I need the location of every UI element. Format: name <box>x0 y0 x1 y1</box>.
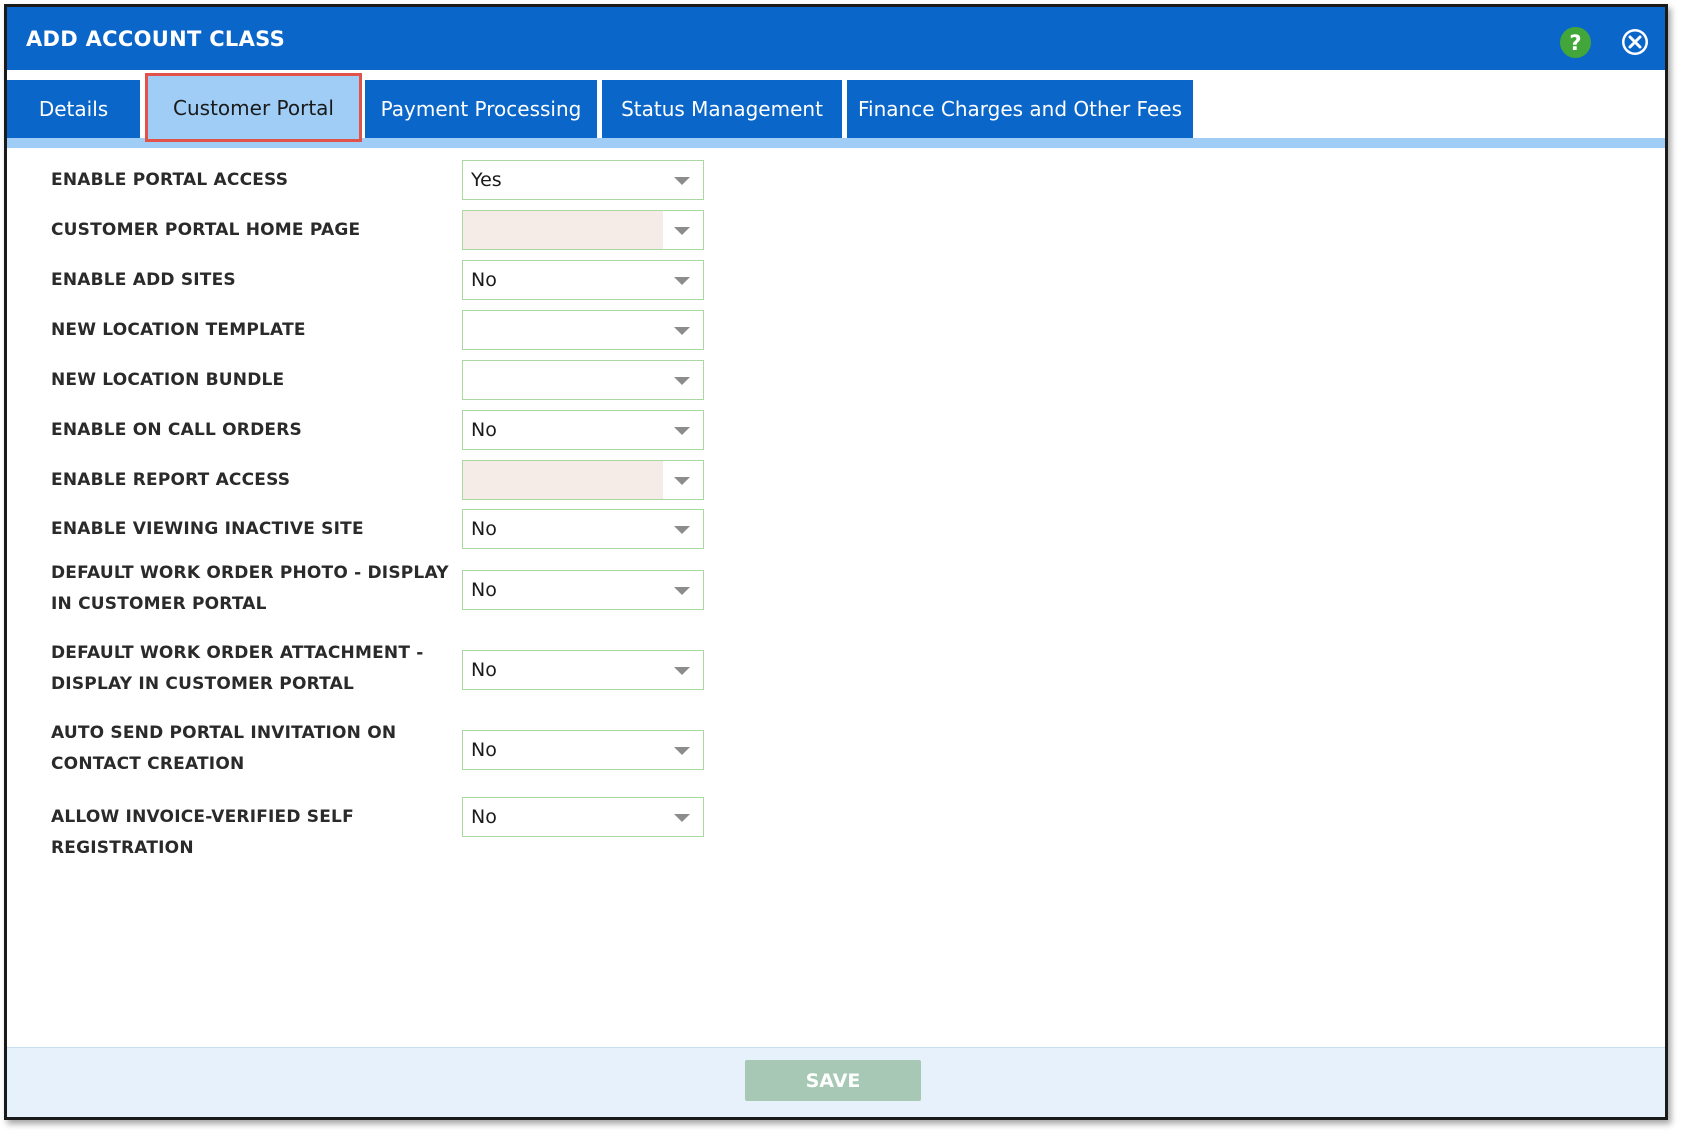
field-label: DEFAULT WORK ORDER ATTACHMENT - DISPLAY … <box>51 643 424 694</box>
select-value: Yes <box>471 169 502 191</box>
select-value: No <box>471 419 497 441</box>
close-icon[interactable] <box>1620 27 1650 57</box>
chevron-down-icon <box>674 587 690 595</box>
tab-bar: Details Customer Portal Payment Processi… <box>7 70 1665 148</box>
enable-add-sites-select[interactable]: No <box>462 260 704 300</box>
chevron-down-icon <box>674 227 690 235</box>
chevron-down-icon <box>674 177 690 185</box>
save-button[interactable]: SAVE <box>745 1060 921 1101</box>
disabled-shade <box>463 461 663 499</box>
dialog-title: ADD ACCOUNT CLASS <box>26 27 286 51</box>
select-value: No <box>471 269 497 291</box>
field-label: ENABLE REPORT ACCESS <box>51 470 291 490</box>
field-label: CUSTOMER PORTAL HOME PAGE <box>51 220 361 240</box>
auto-send-portal-invitation-select[interactable]: No <box>462 730 704 770</box>
field-label: ENABLE VIEWING INACTIVE SITE <box>51 519 364 539</box>
enable-viewing-inactive-site-select[interactable]: No <box>462 509 704 549</box>
new-location-template-select[interactable] <box>462 310 704 350</box>
field-label: AUTO SEND PORTAL INVITATION ON CONTACT C… <box>51 723 397 774</box>
field-label: DEFAULT WORK ORDER PHOTO - DISPLAY IN CU… <box>51 563 449 614</box>
tab-details[interactable]: Details <box>7 80 140 138</box>
default-wo-photo-display-select[interactable]: No <box>462 570 704 610</box>
select-value: No <box>471 659 497 681</box>
select-value: No <box>471 739 497 761</box>
chevron-down-icon <box>674 747 690 755</box>
field-label: ALLOW INVOICE-VERIFIED SELF REGISTRATION <box>51 807 354 858</box>
new-location-bundle-select[interactable] <box>462 360 704 400</box>
field-label: NEW LOCATION TEMPLATE <box>51 320 306 340</box>
allow-invoice-verified-self-registration-select[interactable]: No <box>462 797 704 837</box>
chevron-down-icon <box>674 814 690 822</box>
enable-report-access-select[interactable] <box>462 460 704 500</box>
chevron-down-icon <box>674 377 690 385</box>
field-label: ENABLE ON CALL ORDERS <box>51 420 302 440</box>
chevron-down-icon <box>674 427 690 435</box>
enable-portal-access-select[interactable]: Yes <box>462 160 704 200</box>
chevron-down-icon <box>674 277 690 285</box>
field-label: ENABLE ADD SITES <box>51 270 236 290</box>
field-label: NEW LOCATION BUNDLE <box>51 370 285 390</box>
customer-portal-home-page-select[interactable] <box>462 210 704 250</box>
chevron-down-icon <box>674 477 690 485</box>
default-wo-attachment-display-select[interactable]: No <box>462 650 704 690</box>
question-mark-icon[interactable]: ? <box>1560 27 1591 58</box>
tab-status-management[interactable]: Status Management <box>602 80 842 138</box>
select-value: No <box>471 806 497 828</box>
enable-on-call-orders-select[interactable]: No <box>462 410 704 450</box>
add-account-class-dialog: ADD ACCOUNT CLASS ? Details Customer Por… <box>4 4 1668 1120</box>
field-label: ENABLE PORTAL ACCESS <box>51 170 289 190</box>
chevron-down-icon <box>674 667 690 675</box>
tab-customer-portal[interactable]: Customer Portal <box>145 73 362 142</box>
tab-payment-processing[interactable]: Payment Processing <box>365 80 597 138</box>
select-value: No <box>471 518 497 540</box>
dialog-titlebar: ADD ACCOUNT CLASS ? <box>7 7 1665 70</box>
select-value: No <box>471 579 497 601</box>
chevron-down-icon <box>674 526 690 534</box>
tab-finance-charges[interactable]: Finance Charges and Other Fees <box>847 80 1193 138</box>
disabled-shade <box>463 211 663 249</box>
dialog-footer: SAVE <box>7 1047 1665 1117</box>
chevron-down-icon <box>674 327 690 335</box>
